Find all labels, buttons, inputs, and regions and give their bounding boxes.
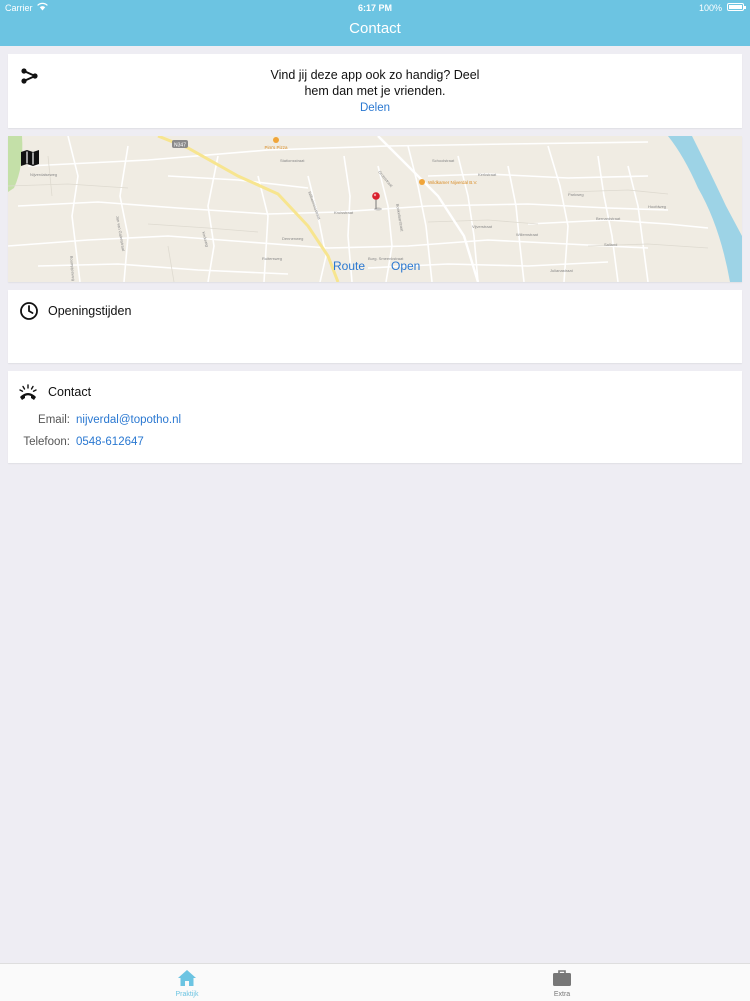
map-street-label: Julianastraat bbox=[550, 268, 574, 273]
map-view[interactable]: N347 Pim's Pizza Wildkamer Nijverdal B.V… bbox=[8, 136, 742, 282]
map-street-label: Salland bbox=[604, 242, 617, 247]
phone-icon bbox=[18, 383, 38, 408]
map-street-label: Bernardstraat bbox=[596, 216, 621, 221]
opening-hours-title: Openingstijden bbox=[48, 304, 132, 318]
map-street-label: Hoofdweg bbox=[648, 204, 666, 209]
map-street-label: Vijverstraat bbox=[472, 224, 493, 229]
battery-icon bbox=[727, 3, 746, 11]
battery-percentage: 100% bbox=[698, 3, 722, 13]
map-street-label: Kruisstraat bbox=[334, 210, 354, 215]
map-poi-label: Wildkamer Nijverdal B.V. bbox=[428, 180, 477, 185]
opening-hours-card: Openingstijden bbox=[8, 290, 742, 363]
tab-extra[interactable]: Extra bbox=[532, 964, 592, 1001]
email-label: Email: bbox=[38, 414, 70, 426]
open-map-button[interactable]: Open bbox=[391, 259, 420, 273]
phone-link[interactable]: 0548-612647 bbox=[76, 436, 144, 448]
navigation-bar: Carrier 6:17 PM 100% Contact bbox=[0, 0, 750, 46]
map-street-label: Willemstraat bbox=[516, 232, 539, 237]
briefcase-icon bbox=[552, 969, 572, 992]
map-street-label: Schoolstraat bbox=[432, 158, 455, 163]
map-card: N347 Pim's Pizza Wildkamer Nijverdal B.V… bbox=[8, 136, 742, 282]
tab-label: Praktijk bbox=[175, 991, 199, 998]
map-street-label: Dennenweg bbox=[282, 236, 303, 241]
route-button[interactable]: Route bbox=[333, 259, 365, 273]
tab-praktijk[interactable]: Praktijk bbox=[157, 964, 217, 1001]
map-street-label: Kerkstraat bbox=[478, 172, 497, 177]
contact-card: Contact Email: nijverdal@topotho.nl Tele… bbox=[8, 371, 742, 463]
share-message: Vind jij deze app ook zo handig? Deel he… bbox=[270, 68, 480, 98]
status-time: 6:17 PM bbox=[357, 3, 392, 13]
contact-title: Contact bbox=[48, 385, 92, 399]
page-title: Contact bbox=[349, 20, 401, 37]
home-icon bbox=[177, 969, 197, 992]
tab-bar: Praktijk Extra bbox=[0, 963, 750, 1001]
share-card: Vind jij deze app ook zo handig? Deel he… bbox=[8, 54, 742, 128]
status-bar: Carrier 6:17 PM 100% bbox=[0, 0, 750, 16]
email-link[interactable]: nijverdal@topotho.nl bbox=[76, 414, 181, 426]
phone-label: Telefoon: bbox=[23, 436, 70, 448]
share-button[interactable]: Delen bbox=[8, 102, 742, 114]
map-street-label: Parkweg bbox=[568, 192, 584, 197]
map-icon bbox=[20, 148, 40, 173]
map-poi-label: Pim's Pizza bbox=[264, 145, 288, 150]
map-street-label: Ruitersweg bbox=[262, 256, 282, 261]
tab-label: Extra bbox=[553, 991, 571, 998]
clock-icon bbox=[19, 301, 39, 326]
map-street-label: Stationsstraat bbox=[280, 158, 305, 163]
share-icon bbox=[20, 66, 40, 91]
map-road-label: N347 bbox=[174, 143, 186, 149]
